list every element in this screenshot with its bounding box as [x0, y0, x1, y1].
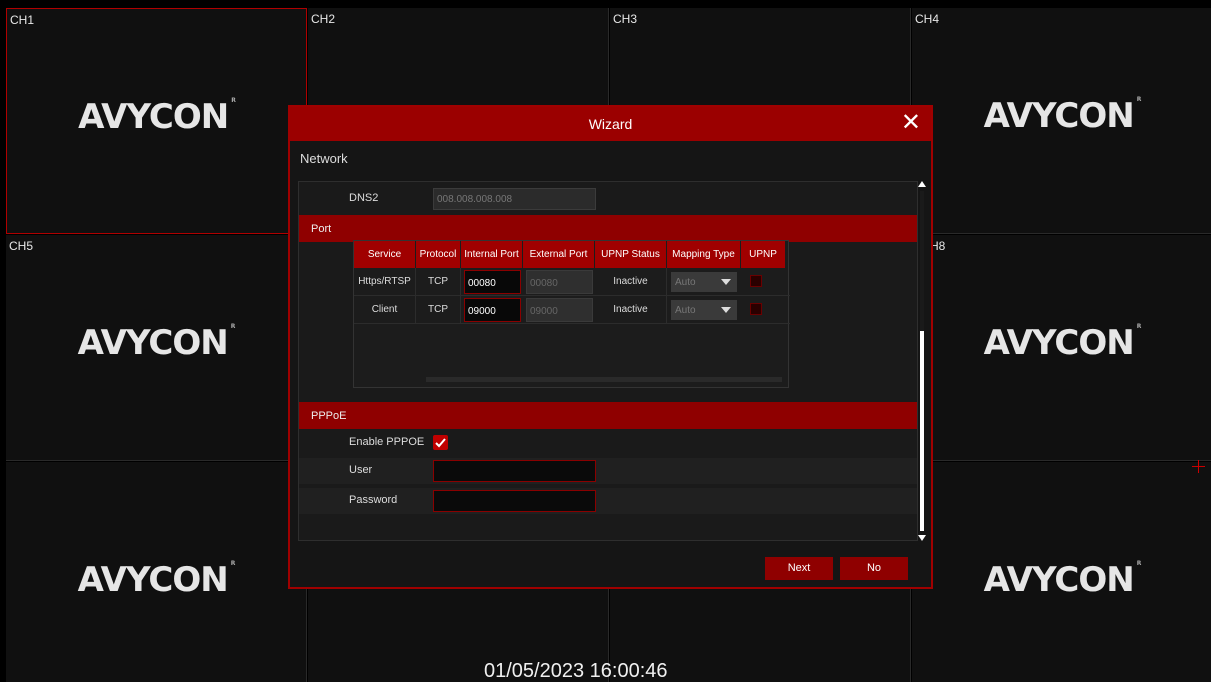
channel-tile-4[interactable]: CH4 AVYCON R [912, 8, 1211, 234]
port-section-header: Port [299, 215, 917, 242]
channel-label: CH2 [311, 12, 336, 26]
channel-label: CH3 [613, 12, 638, 26]
no-button[interactable]: No [840, 557, 908, 580]
checkmark-icon [435, 438, 446, 448]
external-port-input: 09000 [526, 298, 593, 322]
column-header-mapping-type: Mapping Type [667, 241, 741, 268]
port-section-label: Port [311, 223, 332, 235]
column-header-upnp-status: UPNP Status [595, 241, 667, 268]
internal-port-input[interactable]: 09000 [464, 298, 521, 322]
port-table-header: Service Protocol Internal Port External … [354, 241, 790, 268]
channel-label: CH4 [915, 12, 940, 26]
column-header-upnp: UPNP [741, 241, 786, 268]
enable-pppoe-checkbox[interactable] [433, 435, 448, 450]
protocol-cell: TCP [416, 268, 461, 296]
service-cell: Client [354, 296, 416, 324]
password-input[interactable] [433, 490, 596, 512]
protocol-cell: TCP [416, 296, 461, 324]
vertical-scrollbar[interactable] [918, 181, 926, 541]
dns2-label: DNS2 [349, 192, 379, 204]
next-button[interactable]: Next [765, 557, 833, 580]
network-settings-panel[interactable]: DNS2 008.008.008.008 Port Service Protoc… [298, 181, 918, 541]
dns2-field: 008.008.008.008 [433, 188, 596, 210]
column-header-external-port: External Port [523, 241, 595, 268]
horizontal-scrollbar[interactable] [426, 377, 782, 382]
channel-tile-9[interactable]: AVYCON R [6, 462, 307, 682]
osd-timestamp: 01/05/2023 16:00:46 [484, 660, 668, 682]
brand-logo: AVYCON R [983, 96, 1142, 136]
channel-tile-5[interactable]: CH5 AVYCON R [6, 235, 307, 461]
scroll-up-icon[interactable] [918, 181, 926, 187]
section-title: Network [300, 151, 348, 166]
channel-label: CH5 [9, 239, 34, 253]
user-label: User [349, 464, 373, 476]
crosshair-icon [1192, 460, 1205, 473]
wizard-dialog: Wizard ✕ Network DNS2 008.008.008.008 Po… [288, 105, 933, 589]
channel-tile-8[interactable]: H8 AVYCON R [912, 235, 1211, 461]
dialog-title: Wizard [588, 116, 633, 132]
brand-logo: AVYCON R [983, 323, 1142, 363]
upnp-checkbox[interactable] [750, 275, 762, 287]
dns2-row: DNS2 008.008.008.008 [299, 186, 917, 212]
upnp-status-cell: Inactive [595, 268, 667, 296]
brand-logo: AVYCON R [77, 560, 236, 600]
scroll-down-icon[interactable] [918, 535, 926, 541]
mapping-type-value: Auto [675, 305, 696, 316]
brand-logo: AVYCON R [77, 323, 236, 363]
column-header-protocol: Protocol [416, 241, 461, 268]
upnp-checkbox[interactable] [750, 303, 762, 315]
user-input[interactable] [433, 460, 596, 482]
password-row: Password [299, 488, 917, 514]
brand-logo: AVYCON R [78, 97, 236, 137]
internal-port-input[interactable]: 00080 [464, 270, 521, 294]
mapping-type-value: Auto [675, 277, 696, 288]
port-table: Service Protocol Internal Port External … [353, 240, 790, 388]
pppoe-section-header: PPPoE [299, 402, 917, 429]
brand-logo: AVYCON R [983, 560, 1142, 600]
column-header-internal-port: Internal Port [461, 241, 523, 268]
upnp-status-cell: Inactive [595, 296, 667, 324]
pppoe-section-label: PPPoE [311, 410, 347, 422]
table-row: Https/RTSP TCP 00080 00080 Inactive Auto [354, 268, 790, 296]
channel-tile-1[interactable]: CH1 AVYCON R [6, 8, 307, 234]
chevron-down-icon [721, 279, 731, 285]
enable-pppoe-row: Enable PPPOE [299, 430, 917, 456]
column-header-service: Service [354, 241, 416, 268]
channel-tile-12[interactable]: AVYCON R [912, 462, 1211, 682]
service-cell: Https/RTSP [354, 268, 416, 296]
chevron-down-icon [721, 307, 731, 313]
channel-label: CH1 [10, 13, 35, 27]
mapping-type-select[interactable]: Auto [671, 272, 737, 292]
password-label: Password [349, 494, 398, 506]
close-icon[interactable]: ✕ [901, 111, 921, 135]
external-port-input: 00080 [526, 270, 593, 294]
table-row: Client TCP 09000 09000 Inactive Auto [354, 296, 790, 324]
mapping-type-select[interactable]: Auto [671, 300, 737, 320]
enable-pppoe-label: Enable PPPOE [349, 436, 425, 448]
dialog-titlebar: Wizard ✕ [290, 107, 931, 141]
scroll-thumb[interactable] [920, 331, 924, 531]
user-row: User [299, 458, 917, 484]
